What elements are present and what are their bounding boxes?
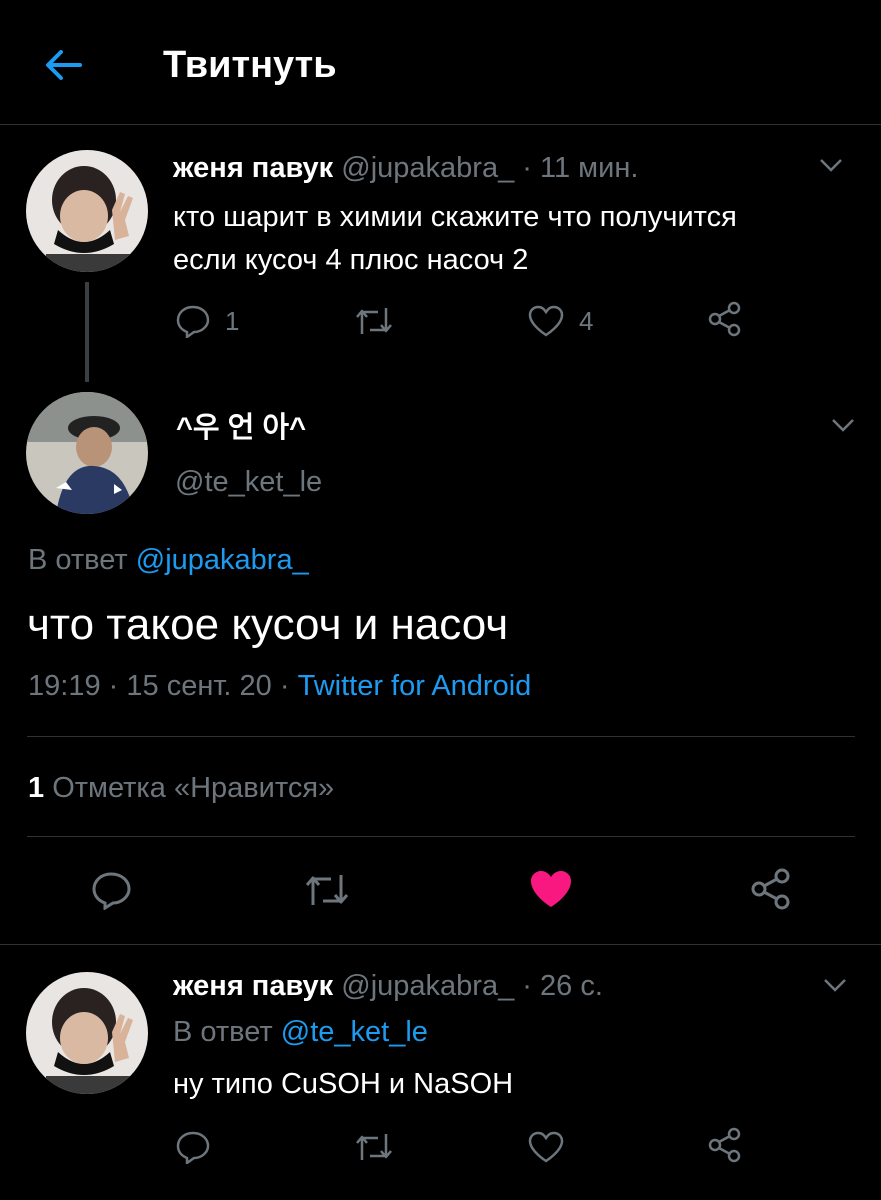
tweet-text-line: если кусоч 4 плюс насоч 2 [173,244,529,276]
reply-to-link[interactable]: @jupakabra_ [136,544,309,576]
retweet-button[interactable] [353,304,395,338]
tweet-time: 19:19 [28,670,101,702]
thread-line [85,282,89,382]
back-arrow-icon[interactable] [40,42,86,88]
avatar[interactable] [26,150,148,272]
chevron-down-icon[interactable] [822,976,848,994]
tweet-text-line: кто шарит в химии скажите что получится [173,201,737,233]
like-button[interactable]: 4 [527,304,593,338]
like-count: 4 [579,305,594,336]
share-button[interactable] [748,866,794,912]
retweet-icon [356,1134,392,1160]
tweet-text: что такое кусоч и насоч [27,600,509,649]
user-handle[interactable]: @jupakabra_ [341,970,514,1002]
divider [27,736,855,737]
separator: · [522,970,532,1002]
user-name[interactable]: женя павук [173,970,333,1002]
like-button[interactable] [527,1130,565,1164]
reply-icon [176,305,210,338]
chevron-down-icon[interactable] [818,156,844,174]
user-handle[interactable]: @te_ket_le [175,466,322,499]
divider [0,944,881,945]
tweet-date: 15 сент. 20 [126,670,272,702]
retweet-button[interactable] [353,1130,395,1164]
user-name[interactable]: женя павук [173,152,333,184]
heart-icon [528,1131,564,1163]
reply-icon [176,1131,210,1164]
reply-prefix: В ответ [173,1016,273,1048]
user-handle[interactable]: @jupakabra_ [341,152,514,184]
page-title: Твитнуть [163,44,337,86]
avatar[interactable] [26,972,148,1094]
reply-to-link[interactable]: @te_ket_le [281,1016,428,1048]
likes-label: Отметка «Нравится» [52,772,335,804]
retweet-icon [356,308,392,334]
share-button[interactable] [706,1126,744,1164]
reply-prefix: В ответ [28,544,128,576]
reply-icon [92,872,131,910]
retweet-button[interactable] [302,870,352,910]
heart-filled-icon [531,871,571,907]
tweet-time[interactable]: 26 с. [540,970,603,1002]
user-name[interactable]: ^우 언 아^ [176,404,306,446]
separator: · [522,152,532,184]
tweet-text: ну типо CuSOH и NaSOH [173,1068,514,1100]
tweet-time[interactable]: 11 мин. [540,152,638,184]
avatar[interactable] [26,392,148,514]
tweet-header: женя павук @jupakabra_ · 26 с. [173,970,603,1003]
header-divider [0,124,881,125]
separator: · [108,670,119,702]
tweet-text: кто шарит в химии скажите что получится … [173,196,737,282]
divider [27,836,855,837]
tweet-source-link[interactable]: Twitter for Android [298,670,532,702]
reply-context: В ответ @te_ket_le [173,1016,428,1049]
retweet-icon [305,875,349,905]
reply-button[interactable] [90,870,132,910]
heart-icon [528,305,564,337]
share-icon [708,301,741,337]
chevron-down-icon[interactable] [830,416,856,434]
like-button[interactable] [528,868,574,910]
share-icon [708,1127,741,1163]
share-icon [751,868,790,910]
tweet-meta: 19:19 · 15 сент. 20 · Twitter for Androi… [28,670,531,703]
likes-count: 1 [28,772,45,804]
share-button[interactable] [706,300,744,338]
reply-button[interactable] [175,1130,211,1164]
reply-context: В ответ @jupakabra_ [28,544,309,577]
reply-count: 1 [225,305,240,336]
separator: · [279,670,290,702]
reply-button[interactable]: 1 [175,304,239,338]
likes-summary[interactable]: 1 Отметка «Нравится» [28,772,334,805]
tweet-header: женя павук @jupakabra_ · 11 мин. [173,152,638,185]
